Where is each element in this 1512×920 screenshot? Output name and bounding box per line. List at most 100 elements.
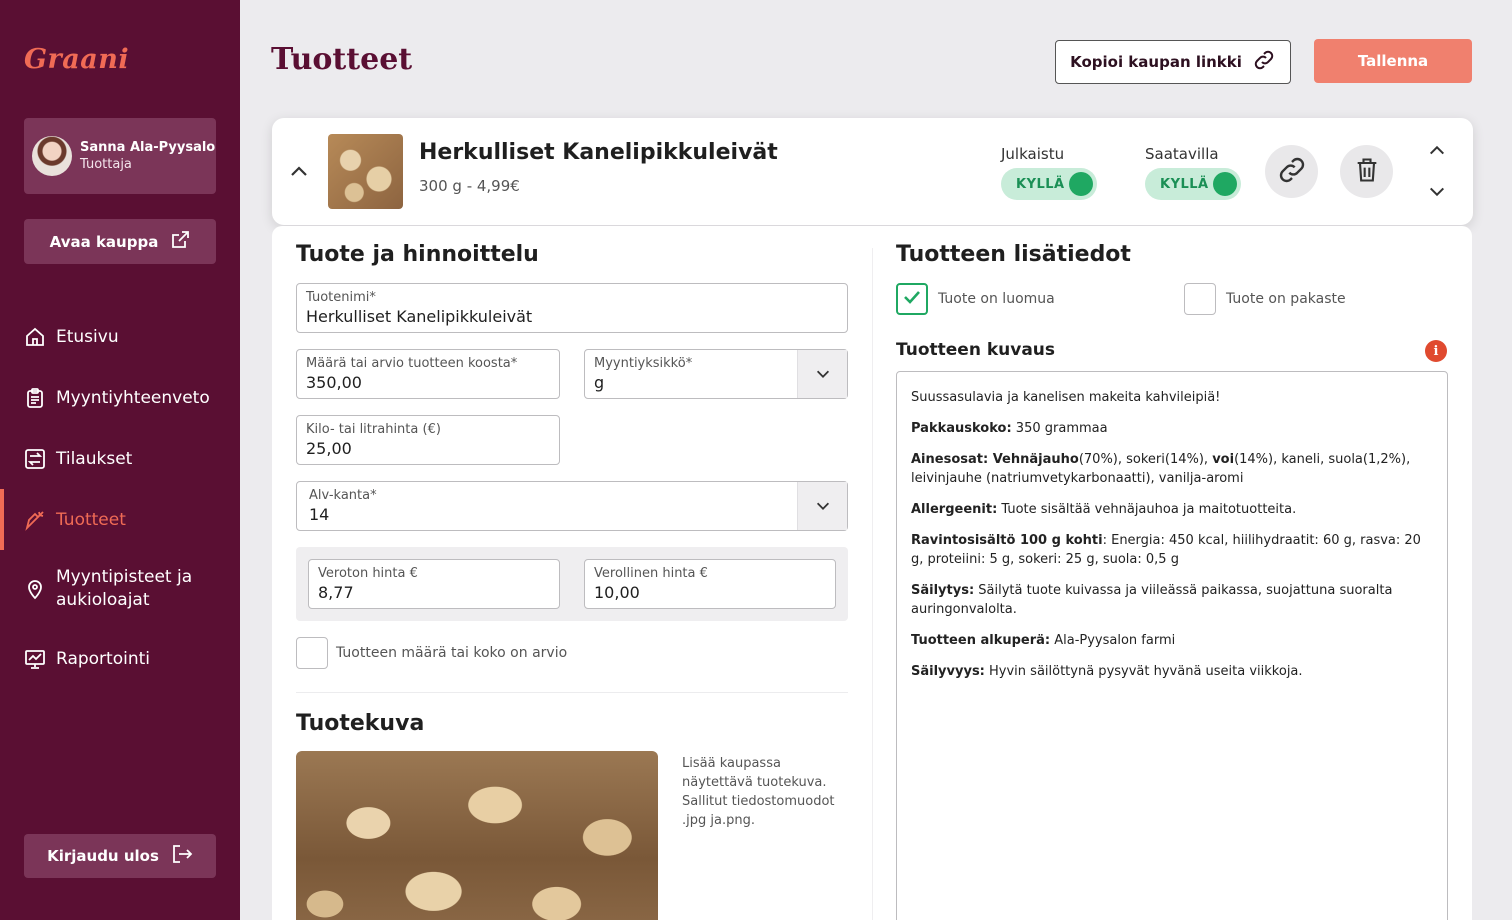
chevron-down-icon[interactable] bbox=[797, 350, 847, 398]
field-label: Alv-kanta* bbox=[309, 488, 377, 503]
field-label: Kilo- tai litrahinta (€) bbox=[306, 422, 441, 437]
save-button[interactable]: Tallenna bbox=[1314, 39, 1472, 83]
home-icon bbox=[24, 326, 46, 348]
available-value: KYLLÄ bbox=[1160, 176, 1209, 192]
app-logo[interactable]: Graani bbox=[24, 44, 129, 75]
delete-product-button[interactable] bbox=[1340, 145, 1393, 198]
field-value: Herkulliset Kanelipikkuleivät bbox=[306, 307, 533, 326]
published-value: KYLLÄ bbox=[1016, 176, 1065, 192]
link-icon bbox=[1252, 48, 1276, 76]
field-value: 10,00 bbox=[594, 583, 640, 602]
organic-checkbox[interactable] bbox=[896, 283, 928, 315]
sidebar-item-myyntipisteet[interactable]: Myyntipisteet ja aukioloajat bbox=[0, 550, 240, 628]
collapse-chevron-icon[interactable] bbox=[289, 161, 309, 185]
carrot-icon bbox=[24, 509, 46, 531]
external-link-icon bbox=[170, 230, 190, 254]
open-shop-label: Avaa kauppa bbox=[49, 232, 159, 251]
description-line: Tuotteen alkuperä: Ala-Pyysalon farmi bbox=[911, 633, 1176, 648]
chevron-down-icon[interactable] bbox=[797, 482, 847, 530]
logout-icon bbox=[171, 843, 193, 869]
estimate-checkbox[interactable] bbox=[296, 637, 328, 669]
copy-shop-link-button[interactable]: Kopioi kaupan linkki bbox=[1055, 40, 1291, 84]
details-section-title: Tuotteen lisätiedot bbox=[896, 242, 1131, 267]
copy-link-label: Kopioi kaupan linkki bbox=[1070, 53, 1242, 71]
sidebar-item-label: Tilaukset bbox=[56, 448, 133, 469]
description-line: Ravintosisältö 100 g kohti: Energia: 450… bbox=[911, 533, 1421, 567]
vat-select[interactable]: Alv-kanta* 14 bbox=[296, 481, 848, 531]
toggle-knob bbox=[1069, 172, 1093, 196]
published-toggle[interactable]: KYLLÄ bbox=[1001, 168, 1097, 200]
field-value: 25,00 bbox=[306, 439, 352, 458]
user-name: Sanna Ala-Pyysalo bbox=[80, 140, 216, 155]
published-label: Julkaistu bbox=[1001, 145, 1065, 163]
gross-price-field[interactable]: Verollinen hinta € 10,00 bbox=[584, 559, 836, 609]
available-label: Saatavilla bbox=[1145, 145, 1219, 163]
image-section-title: Tuotekuva bbox=[296, 711, 425, 736]
field-label: Tuotenimi* bbox=[306, 290, 376, 305]
frozen-checkbox[interactable] bbox=[1184, 283, 1216, 315]
sidebar-item-label: Raportointi bbox=[56, 648, 150, 669]
clipboard-icon bbox=[24, 387, 46, 409]
description-line: Pakkauskoko: 350 grammaa bbox=[911, 421, 1108, 436]
user-role: Tuottaja bbox=[80, 157, 132, 172]
move-down-chevron-icon[interactable] bbox=[1428, 183, 1446, 205]
estimate-label: Tuotteen määrä tai koko on arvio bbox=[336, 645, 568, 661]
checkmark-icon bbox=[901, 286, 923, 312]
logout-button[interactable]: Kirjaudu ulos bbox=[24, 834, 216, 878]
description-line: Suussasulavia ja kanelisen makeita kahvi… bbox=[911, 390, 1221, 405]
sidebar: Graani Sanna Ala-Pyysalo Tuottaja Avaa k… bbox=[0, 0, 240, 920]
product-name: Herkulliset Kanelipikkuleivät bbox=[419, 140, 778, 165]
description-line: Säilyvyys: Hyvin säilöttynä pysyvät hyvä… bbox=[911, 664, 1303, 679]
column-divider bbox=[872, 248, 873, 920]
sidebar-item-tuotteet[interactable]: Tuotteet bbox=[0, 489, 240, 550]
field-value: 8,77 bbox=[318, 583, 354, 602]
page-title: Tuotteet bbox=[271, 42, 413, 77]
open-shop-button[interactable]: Avaa kauppa bbox=[24, 219, 216, 264]
product-link-button[interactable] bbox=[1265, 145, 1318, 198]
field-value: 14 bbox=[309, 505, 330, 524]
description-line: Säilytys: Säilytä tuote kuivassa ja viil… bbox=[911, 583, 1393, 617]
description-title: Tuotteen kuvaus bbox=[896, 340, 1056, 360]
user-card[interactable]: Sanna Ala-Pyysalo Tuottaja bbox=[24, 118, 216, 194]
sidebar-item-raportointi[interactable]: Raportointi bbox=[0, 628, 240, 689]
sidebar-item-label: Tuotteet bbox=[56, 509, 126, 530]
field-label: Verollinen hinta € bbox=[594, 566, 708, 581]
toggle-knob bbox=[1213, 172, 1237, 196]
frozen-label: Tuote on pakaste bbox=[1226, 291, 1346, 307]
sidebar-item-tilaukset[interactable]: Tilaukset bbox=[0, 428, 240, 489]
move-up-chevron-icon[interactable] bbox=[1428, 141, 1446, 163]
field-label: Myyntiyksikkö* bbox=[594, 356, 693, 371]
chart-screen-icon bbox=[24, 648, 46, 670]
net-price-field[interactable]: Veroton hinta € 8,77 bbox=[308, 559, 560, 609]
sidebar-item-label: Myyntiyhteenveto bbox=[56, 387, 210, 408]
sidebar-item-etusivu[interactable]: Etusivu bbox=[0, 306, 240, 367]
link-icon bbox=[1276, 154, 1308, 190]
sidebar-item-label: Myyntipisteet ja aukioloajat bbox=[56, 567, 193, 610]
info-icon[interactable]: i bbox=[1425, 340, 1447, 362]
product-thumbnail bbox=[328, 134, 403, 209]
field-label: Veroton hinta € bbox=[318, 566, 418, 581]
sales-unit-select[interactable]: Myyntiyksikkö* g bbox=[584, 349, 848, 399]
avatar bbox=[32, 136, 72, 176]
description-line: Allergeenit: Tuote sisältää vehnäjauhoa … bbox=[911, 502, 1297, 517]
sidebar-nav: Etusivu Myyntiyhteenveto Tilaukset Tuott… bbox=[0, 306, 240, 689]
product-size-price: 300 g - 4,99€ bbox=[419, 177, 520, 195]
product-name-field[interactable]: Tuotenimi* Herkulliset Kanelipikkuleivät bbox=[296, 283, 848, 333]
trash-icon bbox=[1353, 156, 1381, 188]
description-line: Ainesosat: Vehnäjauho(70%), sokeri(14%),… bbox=[911, 452, 1411, 486]
exchange-icon bbox=[24, 448, 46, 470]
organic-label: Tuote on luomua bbox=[938, 291, 1055, 307]
available-toggle[interactable]: KYLLÄ bbox=[1145, 168, 1241, 200]
image-upload-hint: Lisää kaupassa näytettävä tuotekuva. Sal… bbox=[682, 756, 835, 828]
sidebar-item-myyntiyhteenveto[interactable]: Myyntiyhteenveto bbox=[0, 367, 240, 428]
field-label: Määrä tai arvio tuotteen koosta* bbox=[306, 356, 518, 371]
pricing-section-title: Tuote ja hinnoittelu bbox=[296, 242, 539, 267]
field-value: 350,00 bbox=[306, 373, 362, 392]
kilo-price-field[interactable]: Kilo- tai litrahinta (€) 25,00 bbox=[296, 415, 560, 465]
section-divider bbox=[296, 692, 848, 693]
description-textarea[interactable]: Suussasulavia ja kanelisen makeita kahvi… bbox=[896, 371, 1448, 920]
logout-label: Kirjaudu ulos bbox=[47, 847, 159, 865]
amount-field[interactable]: Määrä tai arvio tuotteen koosta* 350,00 bbox=[296, 349, 560, 399]
product-image[interactable] bbox=[296, 751, 658, 920]
field-value: g bbox=[594, 373, 605, 392]
